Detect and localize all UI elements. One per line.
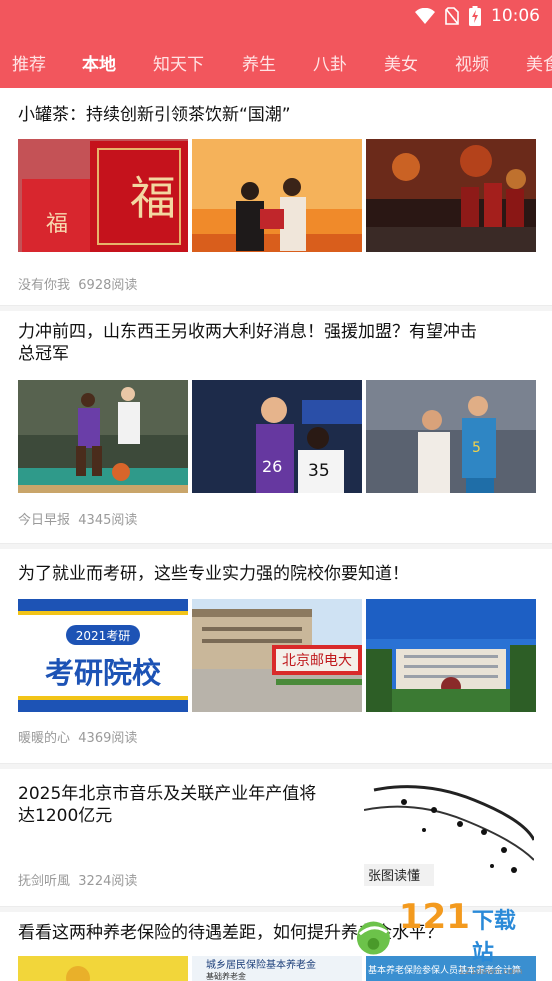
thumbnail-image[interactable] xyxy=(366,139,536,252)
banner-text: 考研院校 xyxy=(45,656,161,690)
article-reads: 4345阅读 xyxy=(78,513,138,528)
article-reads: 6928阅读 xyxy=(78,278,138,293)
svg-text:26: 26 xyxy=(262,457,282,476)
article-item[interactable]: 小罐茶：持续创新引领茶饮新“国潮” 福 福 没有你我 6928阅读 xyxy=(0,88,552,308)
svg-text:福: 福 xyxy=(46,212,68,237)
no-sim-icon xyxy=(445,7,459,25)
watermark-sub: 121down.com xyxy=(458,966,523,977)
tab-gossip[interactable]: 八卦 xyxy=(313,50,347,75)
tab-health[interactable]: 养生 xyxy=(242,50,276,75)
article-title[interactable]: 为了就业而考研，这些专业实力强的院校你要知道！ xyxy=(18,563,409,585)
strip-text-1: 城乡居民保险基本养老金 xyxy=(206,958,316,971)
article-item[interactable]: 力冲前四，山东西王另收两大利好消息！强援加盟？有望冲击 总冠军 26 35 5 … xyxy=(0,311,552,543)
article-author: 没有你我 xyxy=(18,278,71,293)
thumbnail-image[interactable]: 26 35 xyxy=(192,380,362,493)
status-icons: 10:06 xyxy=(415,6,540,26)
news-feed: 小罐茶：持续创新引领茶饮新“国潮” 福 福 没有你我 6928阅读 力冲前四，山… xyxy=(0,88,552,981)
svg-text:35: 35 xyxy=(308,461,330,481)
article-title-line: 力冲前四，山东西王另收两大利好消息！强援加盟？有望冲击 xyxy=(18,322,477,342)
article-title-line: 2025年北京市音乐及关联产业年产值将 xyxy=(18,784,317,804)
article-title[interactable]: 2025年北京市音乐及关联产业年产值将 达1200亿元 xyxy=(18,783,348,827)
thumbnail-image[interactable]: 5 xyxy=(366,380,536,493)
thumbnail-image[interactable]: 福 福 xyxy=(18,139,188,252)
article-author: 今日早报 xyxy=(18,513,71,528)
watermark-text: 下载站 xyxy=(471,908,516,966)
strip-text-2: 基础养老金 xyxy=(206,971,246,981)
thumbnail-image[interactable]: 张图读懂 xyxy=(364,780,534,893)
tab-food[interactable]: 美食 xyxy=(526,50,552,75)
article-thumbnails[interactable]: 福 福 xyxy=(18,139,536,252)
article-author: 抚剑听風 xyxy=(18,874,71,889)
article-item[interactable]: 为了就业而考研，这些专业实力强的院校你要知道！ 2021考研 考研院校 北京邮电… xyxy=(0,549,552,763)
thumbnail-image[interactable] xyxy=(366,599,536,712)
tab-recommend[interactable]: 推荐 xyxy=(12,50,46,75)
article-title[interactable]: 小罐茶：持续创新引领茶饮新“国潮” xyxy=(18,104,291,126)
thumb-text: 张图读懂 xyxy=(368,869,420,884)
article-author: 暖暖的心 xyxy=(18,731,71,746)
watermark-number: 121 xyxy=(398,896,470,937)
thumbnail-image[interactable] xyxy=(192,139,362,252)
article-thumbnails[interactable]: 26 35 5 xyxy=(18,380,536,493)
thumbnail-image[interactable]: 城乡居民保险基本养老金 基础养老金 xyxy=(192,956,362,981)
article-meta: 没有你我 6928阅读 xyxy=(18,274,137,293)
thumbnail-image[interactable]: 北京邮电大 xyxy=(192,599,362,712)
article-reads: 4369阅读 xyxy=(78,731,138,746)
clock: 10:06 xyxy=(491,6,540,26)
article-title[interactable]: 力冲前四，山东西王另收两大利好消息！强援加盟？有望冲击 总冠军 xyxy=(18,321,477,365)
article-title-line: 达1200亿元 xyxy=(18,806,113,826)
banner-tag: 2021考研 xyxy=(76,629,131,643)
thumbnail-image[interactable] xyxy=(18,956,188,981)
thumbnail-image[interactable]: 2021考研 考研院校 xyxy=(18,599,188,712)
tab-beauty[interactable]: 美女 xyxy=(384,50,418,75)
article-meta: 抚剑听風 3224阅读 xyxy=(18,870,137,889)
tab-local[interactable]: 本地 xyxy=(82,50,116,75)
article-thumbnails[interactable]: 2021考研 考研院校 北京邮电大 xyxy=(18,599,536,712)
article-title-line: 总冠军 xyxy=(18,344,69,364)
article-meta: 暖暖的心 4369阅读 xyxy=(18,727,137,746)
globe-icon xyxy=(356,921,390,955)
tab-world-news[interactable]: 知天下 xyxy=(153,50,204,75)
wifi-icon xyxy=(415,8,435,24)
category-tabs: 推荐 本地 知天下 养生 八卦 美女 视频 美食 xyxy=(0,32,552,88)
tab-video[interactable]: 视频 xyxy=(455,50,489,75)
status-bar: 10:06 xyxy=(0,0,552,32)
sign-text: 北京邮电大 xyxy=(282,653,352,669)
watermark-logo: 121 下载站 121down.com xyxy=(354,896,534,977)
svg-text:5: 5 xyxy=(472,440,481,456)
battery-charging-icon xyxy=(469,6,481,26)
article-item[interactable]: 2025年北京市音乐及关联产业年产值将 达1200亿元 抚剑听風 3224阅读 … xyxy=(0,769,552,906)
article-meta: 今日早报 4345阅读 xyxy=(18,509,137,528)
thumbnail-image[interactable] xyxy=(18,380,188,493)
svg-text:福: 福 xyxy=(130,171,176,225)
article-reads: 3224阅读 xyxy=(78,874,138,889)
